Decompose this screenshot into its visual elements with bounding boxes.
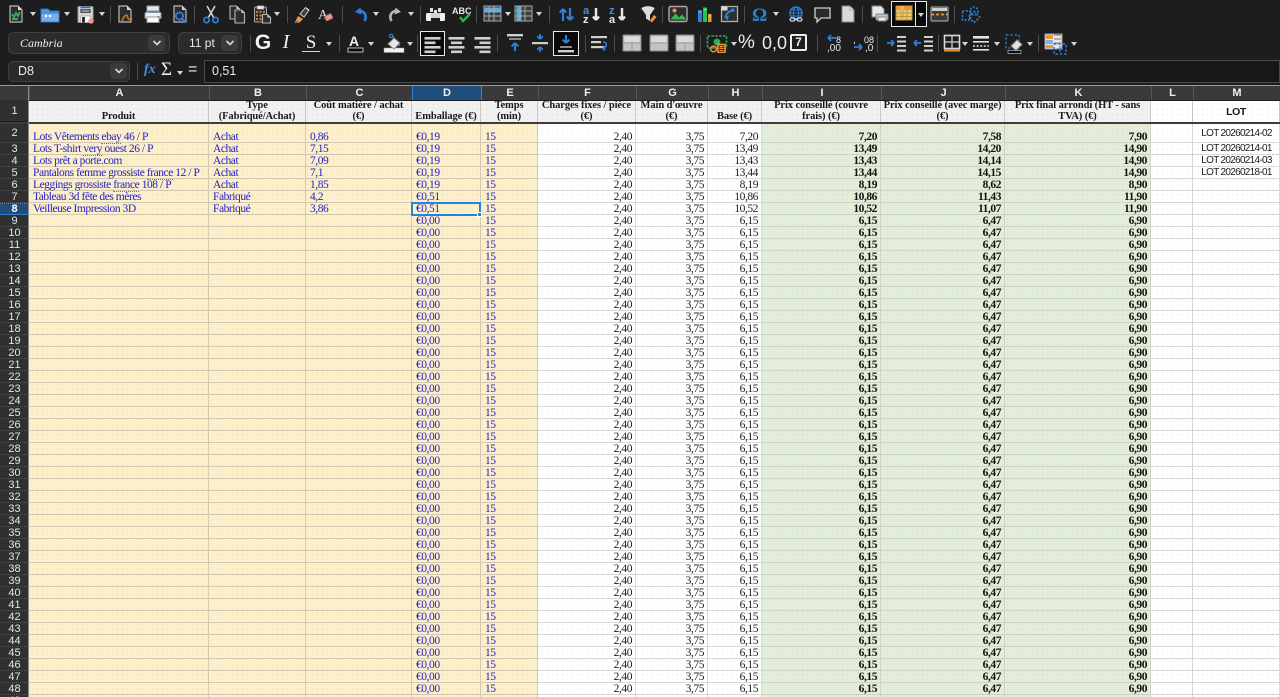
svg-text:A: A xyxy=(349,33,359,49)
svg-text:,0: ,0 xyxy=(865,43,874,53)
svg-text:Ω: Ω xyxy=(752,5,767,24)
svg-text:a: a xyxy=(609,14,616,24)
svg-text:,: , xyxy=(853,35,856,46)
svg-text:,00: ,00 xyxy=(827,43,841,53)
svg-text:z: z xyxy=(583,14,589,24)
